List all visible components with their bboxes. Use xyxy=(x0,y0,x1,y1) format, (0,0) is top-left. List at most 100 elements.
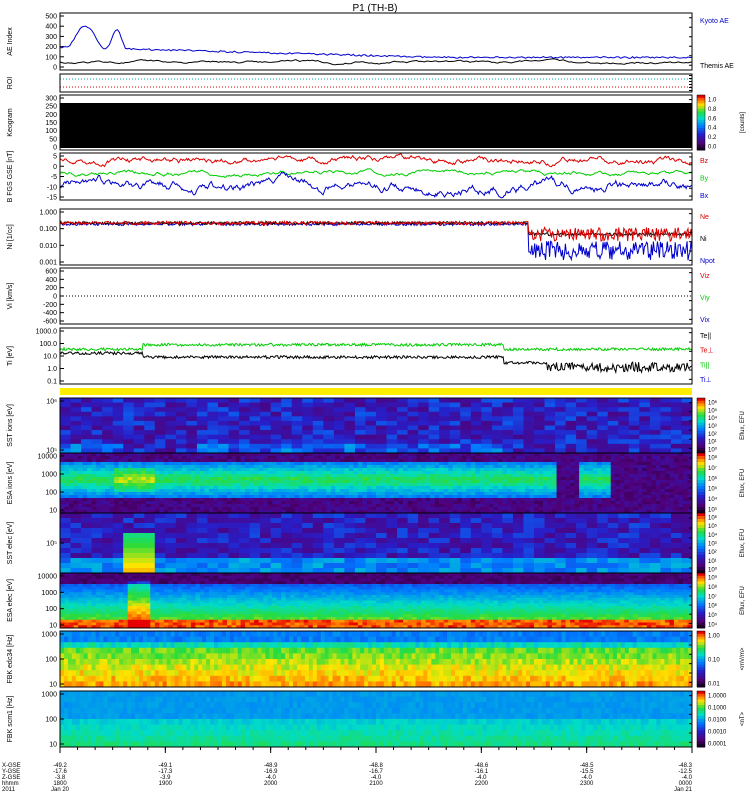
panel-ylabel-vi: Vi [km/s] xyxy=(7,283,14,310)
colorbar-unit-sst_e: Eflux, EFU xyxy=(740,529,746,558)
colorbar-label-esa_e-5: 10⁴ xyxy=(708,622,718,629)
sst-elec-spectrogram xyxy=(60,513,693,574)
ytick-label-ae-1: 400 xyxy=(45,24,57,31)
panel-ylabel-keogram: Keogram xyxy=(7,108,14,137)
colorbar-label-fbk_b-3: 0.0010 xyxy=(708,730,727,736)
ytick-label-vi-5: -400 xyxy=(43,310,57,317)
ytick-label-vi-1: 400 xyxy=(45,277,57,284)
colorbar-label-keogram-2: 0.6 xyxy=(708,116,717,122)
ytick-label-ni-0: 1.000 xyxy=(39,210,57,217)
legend-ni-2: Npot xyxy=(700,258,715,265)
colorbar-unit-fbk_b: <nT> xyxy=(740,712,746,727)
ytick-label-fbk_e-2: 10 xyxy=(49,682,57,689)
colorbar-cell-sst_e-9 xyxy=(697,540,705,544)
ytick-label-vi-0: 600 xyxy=(45,269,57,276)
colorbar-cell-esa_i-7 xyxy=(697,474,705,478)
colorbar-cell-esa_i-0 xyxy=(697,453,705,457)
legend-bfgs-0: Bz xyxy=(700,158,709,165)
colorbar-label-sst_e-0: 10⁶ xyxy=(708,515,718,522)
panel-frame-ae xyxy=(59,12,693,71)
colorbar-cell-sst_e-17 xyxy=(697,564,705,568)
colorbar-label-esa_e-1: 10⁸ xyxy=(708,584,718,591)
colorbar-cell-esa_i-12 xyxy=(697,489,705,493)
colorbar-label-keogram-1: 0.8 xyxy=(708,107,717,113)
ytick-label-keogram-5: 50 xyxy=(49,136,57,143)
colorbar-cell-esa_i-9 xyxy=(697,480,705,484)
colorbar-label-fbk_b-4: 0.0001 xyxy=(708,742,727,748)
colorbar-cell-esa_i-6 xyxy=(697,471,705,475)
ytick-label-esa_e-0: 10000 xyxy=(38,574,58,581)
ytick-label-ae-0: 500 xyxy=(45,14,57,21)
kyoto-ae-trace xyxy=(59,25,693,59)
colorbar-label-sst_e-5: 10¹ xyxy=(708,559,717,565)
colorbar-label-esa_e-4: 10⁵ xyxy=(708,612,718,619)
legend-bfgs-2: Bx xyxy=(700,193,709,200)
colorbar-cell-sst_e-10 xyxy=(697,543,705,547)
legend-ti-2: Ti|| xyxy=(700,362,709,369)
colorbar-label-esa_e-2: 10⁷ xyxy=(708,593,717,600)
ytick-label-esa_i-0: 10000 xyxy=(38,454,58,461)
colorbar-label-keogram-3: 0.4 xyxy=(708,126,717,132)
ytick-label-ae-4: 100 xyxy=(45,54,57,61)
ytick-label-sst_i-0: 10⁶ xyxy=(46,399,57,406)
panel-ylabel-roi: ROI xyxy=(7,77,14,90)
xtick-label-5-t: 2300 xyxy=(580,781,594,787)
colorbar-cell-sst_e-4 xyxy=(697,525,705,529)
colorbar-label-esa_e-3: 10⁶ xyxy=(708,603,718,610)
ytick-label-ni-1: 0.100 xyxy=(39,226,57,233)
colorbar-unit-esa_i: Eflux, EFU xyxy=(740,469,746,498)
ytick-label-fbk_b-1: 100 xyxy=(45,717,57,724)
ytick-label-esa_i-1: 1000 xyxy=(41,472,57,479)
colorbar-cell-sst_e-5 xyxy=(697,528,705,532)
legend-bfgs-1: By xyxy=(700,176,709,183)
ytick-label-esa_e-3: 10 xyxy=(49,623,57,630)
panel-ylabel-bfgs: B FGS GSE [nT] xyxy=(7,151,14,203)
colorbar-label-fbk_e-0: 1.00 xyxy=(708,634,720,640)
colorbar-cell-esa_i-1 xyxy=(697,456,705,460)
panel-ylabel-esa_i: ESA ions [eV] xyxy=(7,462,14,505)
legend-ti-0: Te|| xyxy=(700,333,711,340)
colorbar-label-esa_e-0: 10⁹ xyxy=(708,575,718,582)
xtick-label-4-t: 2200 xyxy=(475,781,489,787)
xtick-label-2-t: 2000 xyxy=(264,781,278,787)
legend-vi-1: Viy xyxy=(700,295,710,302)
panel-ylabel-ni: Ni [1/cc] xyxy=(7,224,14,249)
xtick-label-6-d: Jan 21 xyxy=(674,787,693,793)
ytick-label-esa_e-1: 1000 xyxy=(41,590,57,597)
ytick-label-esa_i-2: 100 xyxy=(45,490,57,497)
npot-trace xyxy=(59,221,693,262)
colorbar-cell-esa_i-11 xyxy=(697,486,705,490)
ne-trace xyxy=(59,219,693,243)
legend-ni-1: Ni xyxy=(700,236,707,243)
panel-ylabel-fbk_b: FBK scm1 [Hz] xyxy=(7,696,14,743)
colorbar-label-sst_i-5: 10¹ xyxy=(708,440,717,446)
colorbar-cell-esa_i-8 xyxy=(697,477,705,481)
ytick-label-vi-2: 200 xyxy=(45,285,57,292)
colorbar-label-fbk_e-2: 0.01 xyxy=(708,682,720,688)
quality-flag-bar xyxy=(60,388,692,395)
colorbar-cell-sst_e-15 xyxy=(697,558,705,562)
themis-summary-plot: P1 (TH-B) AE Index5004003002001000Kyoto … xyxy=(2,3,746,793)
plot-title: P1 (TH-B) xyxy=(353,3,398,14)
colorbar-cell-sst_e-11 xyxy=(697,546,705,550)
colorbar-label-sst_i-6: 10⁰ xyxy=(708,447,718,454)
ytick-label-fbk_e-0: 1000 xyxy=(41,632,57,639)
colorbar-label-esa_i-3: 10⁵ xyxy=(708,486,718,493)
fbk-edc34-spectrogram xyxy=(60,631,693,688)
colorbar-cell-sst_e-1 xyxy=(697,516,705,520)
legend-ni-0: Ne xyxy=(700,214,709,221)
colorbar-label-sst_i-3: 10³ xyxy=(708,424,717,430)
ytick-label-keogram-2: 200 xyxy=(45,112,57,119)
xtick-label-3-t: 2100 xyxy=(369,781,383,787)
colorbar-label-sst_i-0: 10⁶ xyxy=(708,400,718,407)
panel-frame-ni xyxy=(59,208,693,266)
sst-ions-spectrogram xyxy=(60,398,693,454)
colorbar-unit-fbk_e: <mV/m> xyxy=(740,647,746,670)
colorbar-label-keogram-0: 1.0 xyxy=(708,98,717,104)
colorbar-cell-esa_i-16 xyxy=(697,501,705,505)
ytick-label-ni-2: 0.010 xyxy=(39,243,57,250)
ytick-label-esa_i-3: 10 xyxy=(49,508,57,515)
ytick-label-esa_e-2: 100 xyxy=(45,606,57,613)
colorbar-cell-esa_i-2 xyxy=(697,459,705,463)
colorbar-label-esa_i-1: 10⁷ xyxy=(708,465,717,472)
